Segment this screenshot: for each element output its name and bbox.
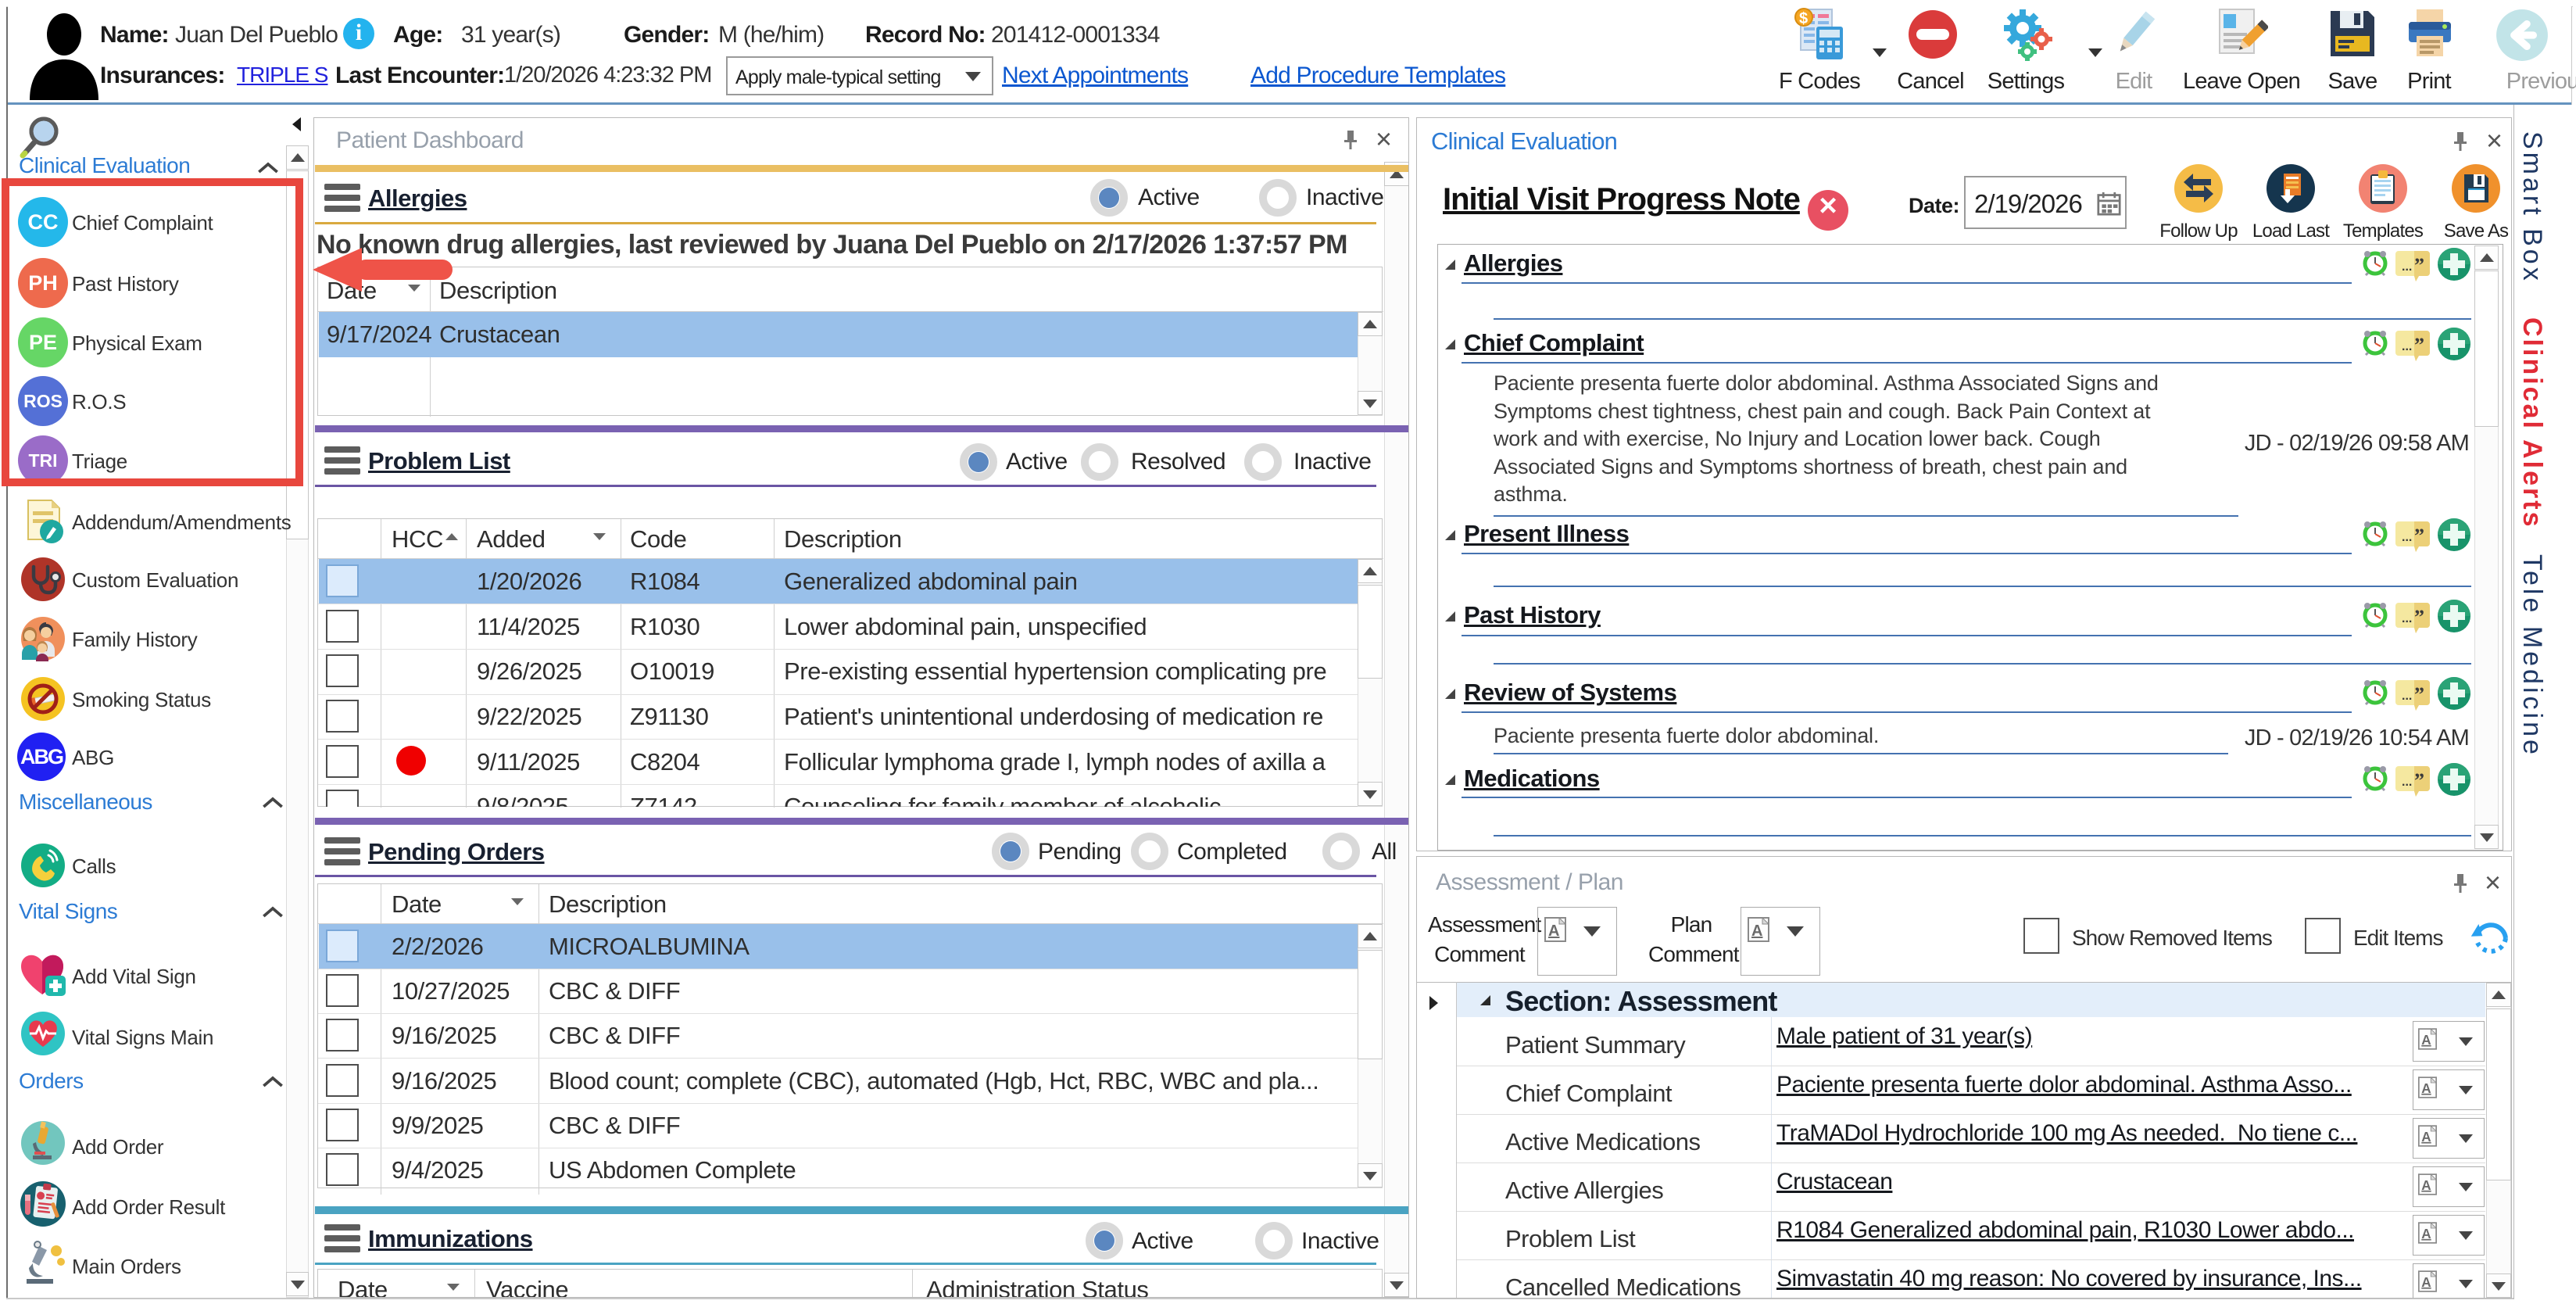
svg-text:$: $ — [1799, 10, 1808, 27]
